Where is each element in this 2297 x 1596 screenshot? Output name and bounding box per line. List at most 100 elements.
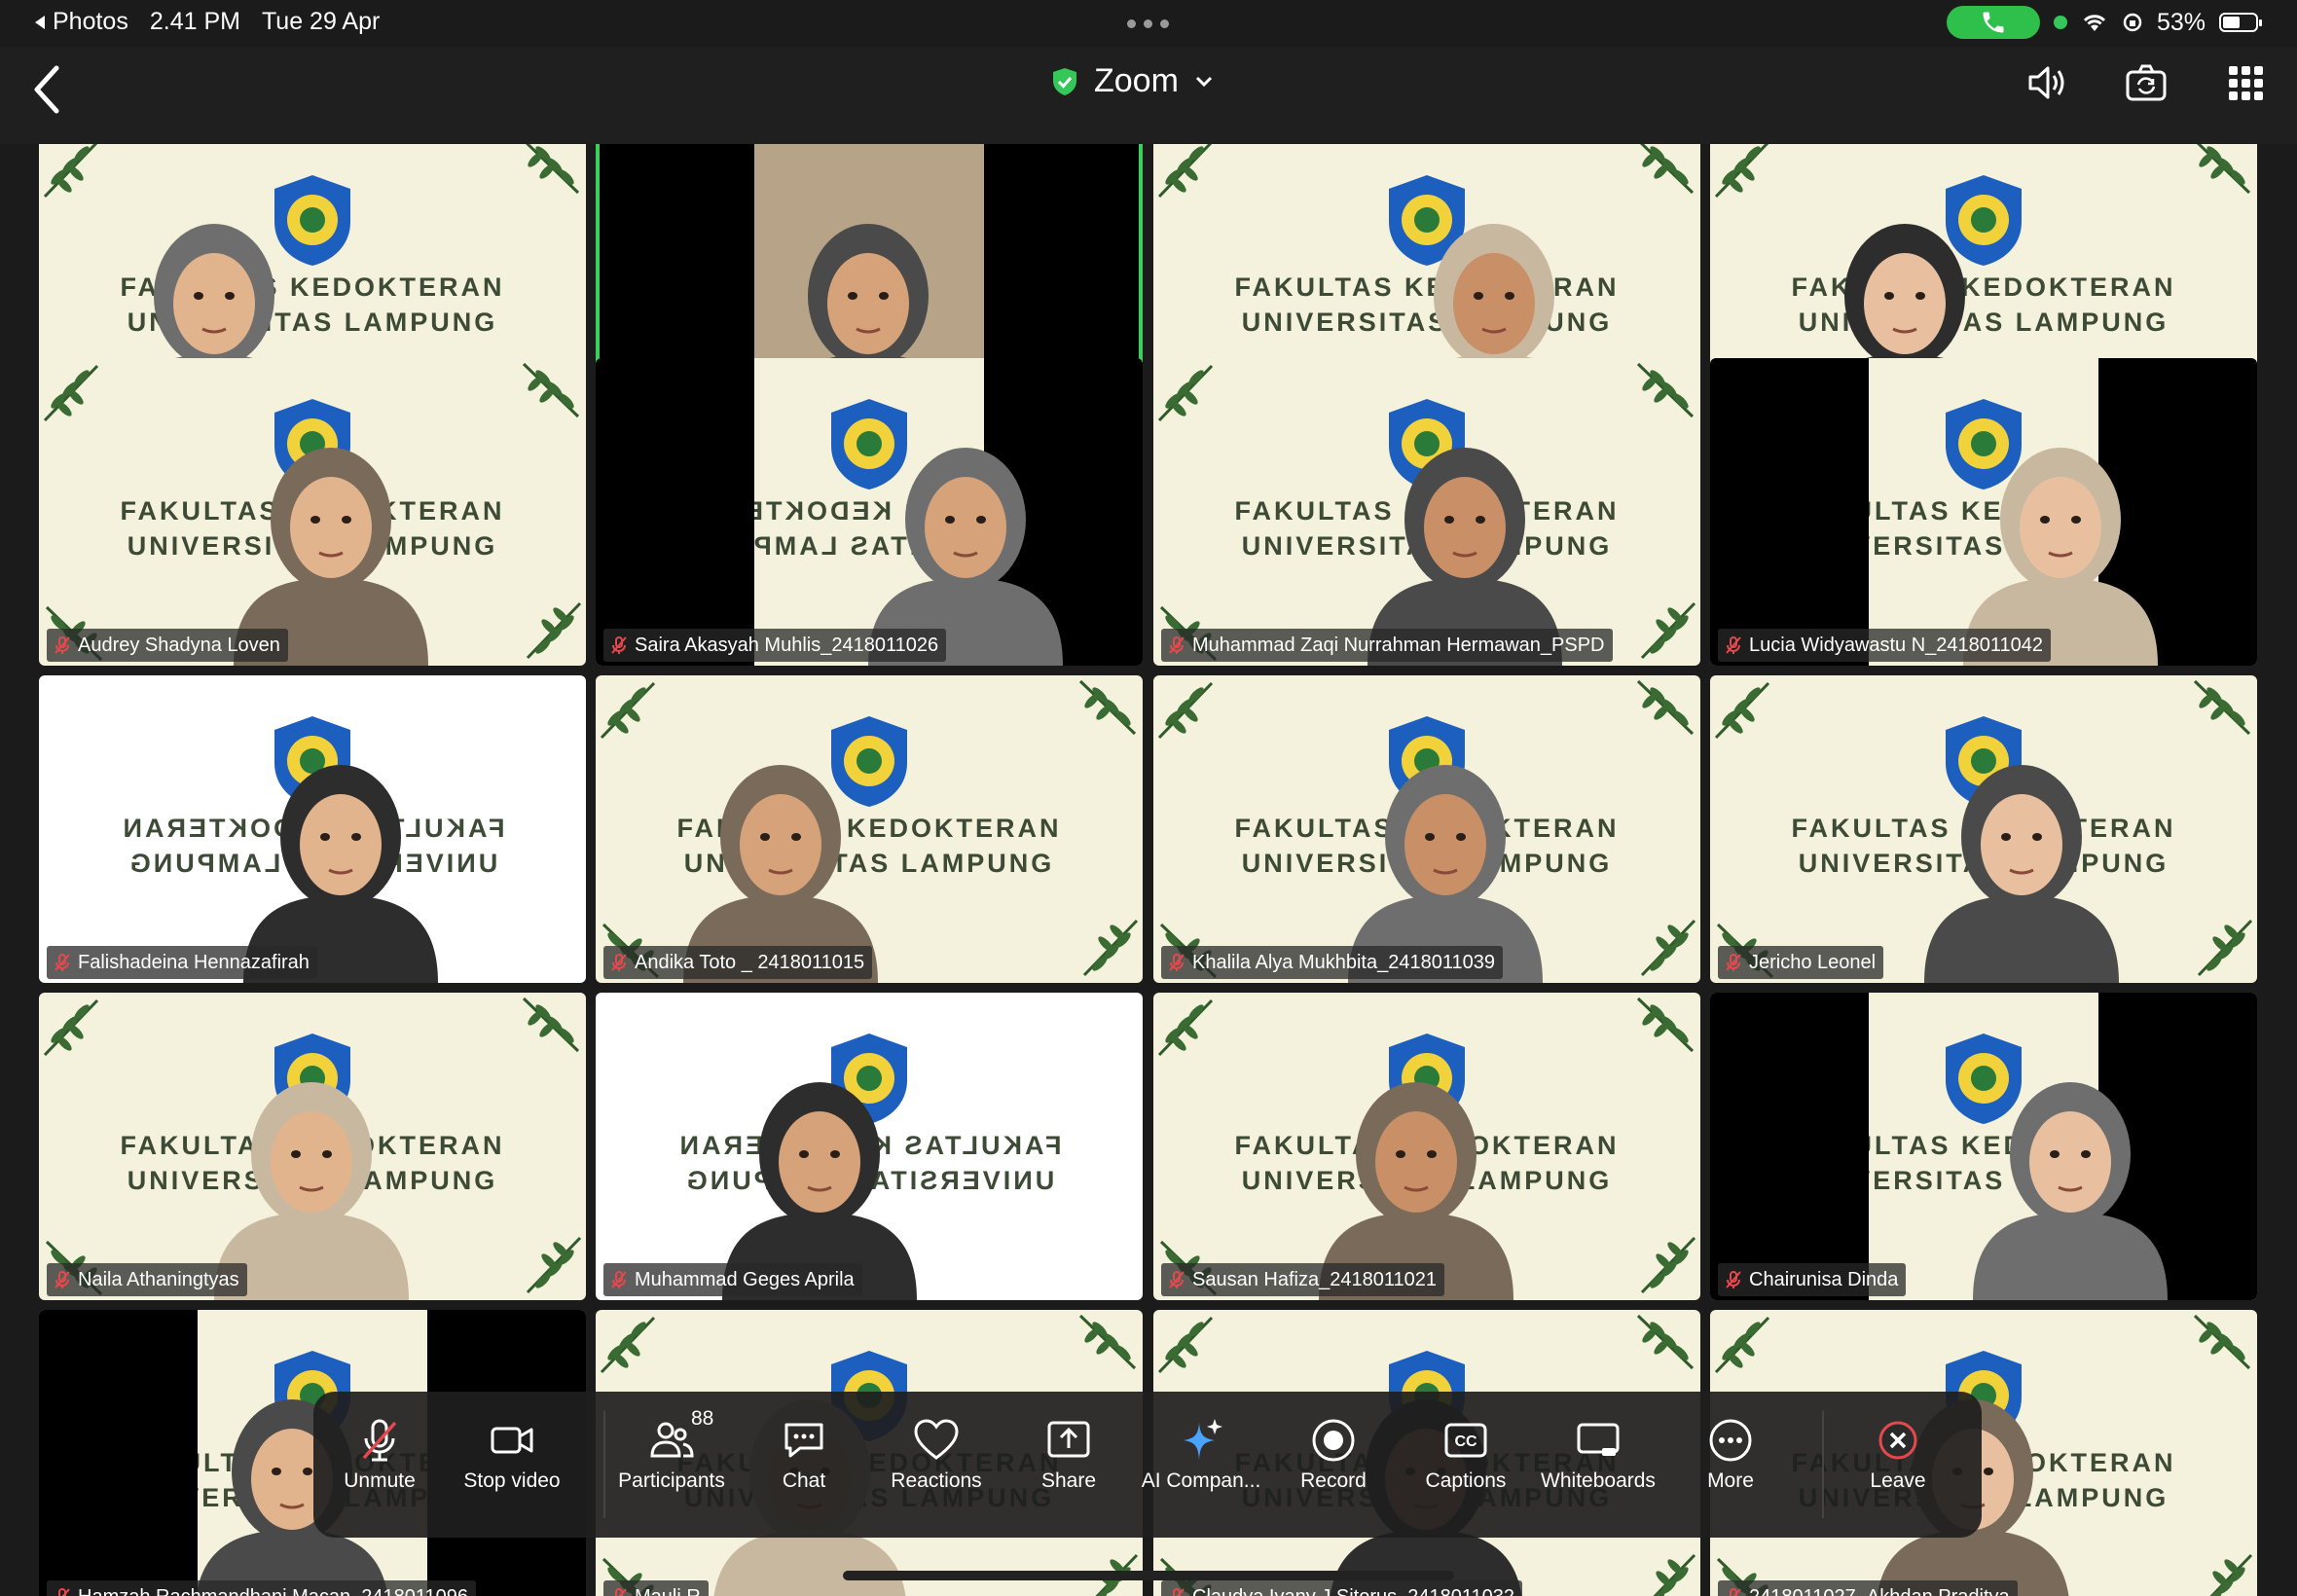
muted-mic-icon	[1724, 1270, 1743, 1289]
muted-mic-icon	[362, 1419, 397, 1462]
leaf-decoration-icon	[1632, 598, 1700, 666]
participant-tile[interactable]: FAKULTAS KEDOKTERAN UNIVERSITAS LAMPUNG Sa…	[1153, 993, 1700, 1300]
muted-mic-icon	[1167, 1270, 1186, 1289]
participant-video-person	[234, 448, 428, 666]
record-label: Record	[1300, 1469, 1367, 1492]
participant-tile[interactable]: FAKULTAS KEDOKTERAN UNIVERSITAS LAMPUNG Kh…	[1153, 675, 1700, 983]
participant-tile[interactable]: FAKULTAS KEDOKTERAN UNIVERSITAS LAMPUNG An…	[596, 675, 1143, 983]
leaf-decoration-icon	[1710, 1310, 1778, 1378]
share-upload-icon	[1047, 1421, 1090, 1458]
leaf-decoration-icon	[1632, 1549, 1700, 1596]
wifi-icon	[2083, 15, 2106, 31]
captions-button[interactable]: CC Captions	[1400, 1392, 1532, 1538]
muted-mic-icon	[1167, 635, 1186, 655]
share-button[interactable]: Share	[1003, 1392, 1135, 1538]
participant-name: Andika Toto _ 2418011015	[635, 951, 865, 973]
leaf-decoration-icon	[2189, 1549, 2257, 1596]
leaf-decoration-icon	[1632, 1232, 1700, 1300]
home-indicator[interactable]	[843, 1571, 1454, 1580]
camera-in-use-dot	[2053, 16, 2067, 29]
battery-percent: 53%	[2156, 8, 2206, 36]
more-label: More	[1707, 1469, 1754, 1492]
leaf-decoration-icon	[1632, 144, 1700, 202]
participant-tile[interactable]: FAKULTAS KEDOKTERAN UNIVERSITAS LAMPUNG Au…	[39, 358, 586, 666]
whiteboards-button[interactable]: Whiteboards	[1532, 1392, 1664, 1538]
chat-button[interactable]: Chat	[738, 1392, 870, 1538]
reactions-label: Reactions	[891, 1469, 982, 1492]
chat-bubble-icon	[784, 1423, 823, 1458]
leaf-decoration-icon	[1075, 1310, 1143, 1378]
participant-name-tag: Saira Akasyah Muhlis_2418011026	[603, 629, 947, 662]
participant-name: Jericho Leonel	[1749, 951, 1877, 973]
participant-tile[interactable]: FAKULTAS KEDOKTERANUNIVERSITAS LAMPUNGJe…	[1710, 675, 2257, 983]
leaf-decoration-icon	[518, 993, 586, 1061]
leaf-decoration-icon	[1153, 358, 1221, 426]
participants-icon	[650, 1422, 694, 1458]
muted-mic-icon	[1167, 1587, 1186, 1596]
back-chevron-icon[interactable]	[27, 60, 66, 119]
more-button[interactable]: More	[1664, 1392, 1797, 1538]
ai-companion-button[interactable]: AI Compan...	[1135, 1392, 1267, 1538]
muted-mic-icon	[609, 953, 629, 972]
multitasking-dots-icon[interactable]	[1127, 19, 1169, 28]
back-triangle-icon	[35, 15, 45, 29]
leaf-decoration-icon	[1153, 993, 1221, 1061]
leaf-decoration-icon	[1153, 675, 1221, 744]
gallery-grid-icon[interactable]	[2223, 60, 2268, 105]
reactions-button[interactable]: Reactions	[870, 1392, 1003, 1538]
video-gallery-grid[interactable]: FAKULTAS KEDOKTERANUNIVERSITAS LAMPUNGDi…	[0, 144, 2297, 1596]
participant-name-tag: Khalila Alya Mukhbita_2418011039	[1161, 946, 1503, 979]
unmute-button[interactable]: Unmute	[313, 1392, 446, 1538]
participant-video-person	[1924, 765, 2119, 983]
heart-icon	[914, 1419, 959, 1460]
back-to-app-link[interactable]: Photos	[33, 8, 128, 36]
participant-tile[interactable]: FAKULTAS KEDOKTERAN UNIVERSITAS LAMPUNG Na…	[39, 993, 586, 1300]
leaf-decoration-icon	[2189, 144, 2257, 202]
phone-icon	[1983, 12, 2004, 33]
leaf-decoration-icon	[596, 1310, 664, 1378]
speaker-icon[interactable]	[2024, 60, 2069, 105]
leaf-decoration-icon	[1632, 915, 1700, 983]
letterbox-bar	[596, 358, 754, 666]
participants-label: Participants	[618, 1469, 725, 1492]
leaf-decoration-icon	[1632, 993, 1700, 1061]
sparkle-icon	[1184, 1419, 1222, 1460]
switch-camera-icon[interactable]	[2124, 60, 2169, 105]
participant-video-person	[1348, 765, 1543, 983]
back-app-label: Photos	[53, 8, 128, 35]
captions-label: Captions	[1425, 1469, 1507, 1492]
participant-name-tag: 2418011027_Akhdan Praditya	[1718, 1580, 2018, 1596]
toolbar-divider	[1822, 1411, 1824, 1518]
leave-label: Leave	[1870, 1469, 1926, 1492]
participants-button[interactable]: 88 Participants	[605, 1392, 738, 1538]
status-date: Tue 29 Apr	[261, 8, 381, 35]
leaf-decoration-icon	[1153, 1310, 1221, 1378]
meeting-title-dropdown[interactable]: Zoom	[1051, 62, 1214, 100]
participant-name: Sausan Hafiza_2418011021	[1192, 1268, 1437, 1290]
leaf-decoration-icon	[1075, 915, 1143, 983]
stop-video-button[interactable]: Stop video	[446, 1392, 578, 1538]
orientation-lock-icon	[2123, 13, 2142, 32]
muted-mic-icon	[53, 1270, 72, 1289]
active-call-pill[interactable]	[1946, 6, 2040, 39]
shield-check-icon	[1053, 67, 1076, 95]
participant-name-tag: Andika Toto _ 2418011015	[603, 946, 873, 979]
participant-tile[interactable]: FAKULTAS KEDOKTERAN UNIVERSITAS LAMPUNG Sa…	[596, 358, 1143, 666]
leaf-decoration-icon	[1632, 1310, 1700, 1378]
participant-name: Chairunisa Dinda	[1749, 1268, 1899, 1290]
meeting-toolbar: Unmute Stop video 88 Participants Chat R…	[313, 1392, 1982, 1538]
leave-button[interactable]: Leave	[1832, 1392, 1964, 1538]
participant-name-tag: Naila Athaningtyas	[47, 1263, 247, 1296]
record-button[interactable]: Record	[1267, 1392, 1400, 1538]
participant-video-person	[1963, 448, 2158, 666]
svg-text:CC: CC	[1454, 1433, 1477, 1450]
muted-mic-icon	[53, 635, 72, 655]
participant-tile[interactable]: FAKULTAS KEDOKTERANUNIVERSITAS LAMPUNGMu…	[1153, 358, 1700, 666]
participant-tile[interactable]: FAKULTAS KEDOKTERANUNIVERSITAS LAMPUNGMu…	[596, 993, 1143, 1300]
participant-tile[interactable]: FAKULTAS KEDOKTERANUNIVERSITAS LAMPUNGFa…	[39, 675, 586, 983]
participant-tile[interactable]: FAKULTAS KEDOKTERAN UNIVERSITAS LAMPUNG Lu…	[1710, 358, 2257, 666]
participant-tile[interactable]: FAKULTAS KEDOKTERAN UNIVERSITAS LAMPUNG Ch…	[1710, 993, 2257, 1300]
letterbox-bar	[1710, 358, 1869, 666]
participant-video-person	[1367, 448, 1562, 666]
status-time: 2.41 PM	[149, 8, 240, 35]
